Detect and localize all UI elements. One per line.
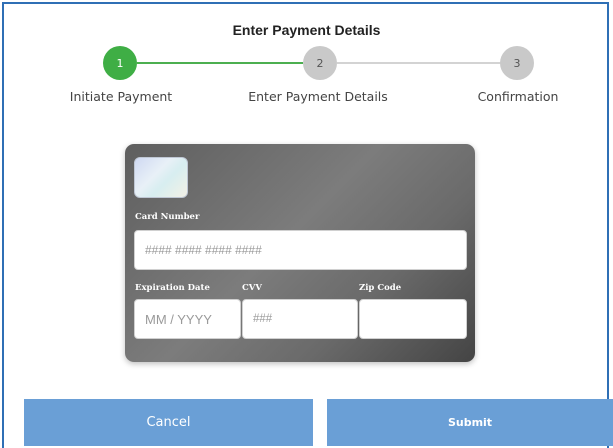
- step-1-number: 1: [116, 56, 124, 70]
- credit-card-form: Card Number Expiration Date CVV Zip Code: [125, 144, 475, 362]
- cancel-button[interactable]: Cancel: [24, 399, 313, 446]
- expiration-date-input[interactable]: [134, 299, 241, 339]
- page-title: Enter Payment Details: [232, 22, 381, 38]
- stepper-connector-complete: [137, 62, 303, 64]
- step-2-number: 2: [316, 56, 324, 70]
- step-2-label: Enter Payment Details: [248, 89, 388, 104]
- step-2-circle: 2: [303, 46, 337, 80]
- step-3-circle: 3: [500, 46, 534, 80]
- card-chip-icon: [134, 157, 188, 198]
- zip-code-input[interactable]: [359, 299, 467, 339]
- card-number-input[interactable]: [134, 230, 467, 270]
- step-3-number: 3: [513, 56, 521, 70]
- cvv-label: CVV: [242, 283, 262, 293]
- stepper-connector-pending: [337, 62, 502, 64]
- submit-button[interactable]: Submit: [327, 399, 613, 446]
- zip-code-label: Zip Code: [359, 283, 402, 293]
- card-number-label: Card Number: [135, 212, 200, 222]
- step-3-label: Confirmation: [477, 89, 559, 104]
- step-1-circle: 1: [103, 46, 137, 80]
- expiration-date-label: Expiration Date: [135, 283, 210, 293]
- cvv-input[interactable]: [242, 299, 358, 339]
- step-1-label: Initiate Payment: [69, 89, 173, 104]
